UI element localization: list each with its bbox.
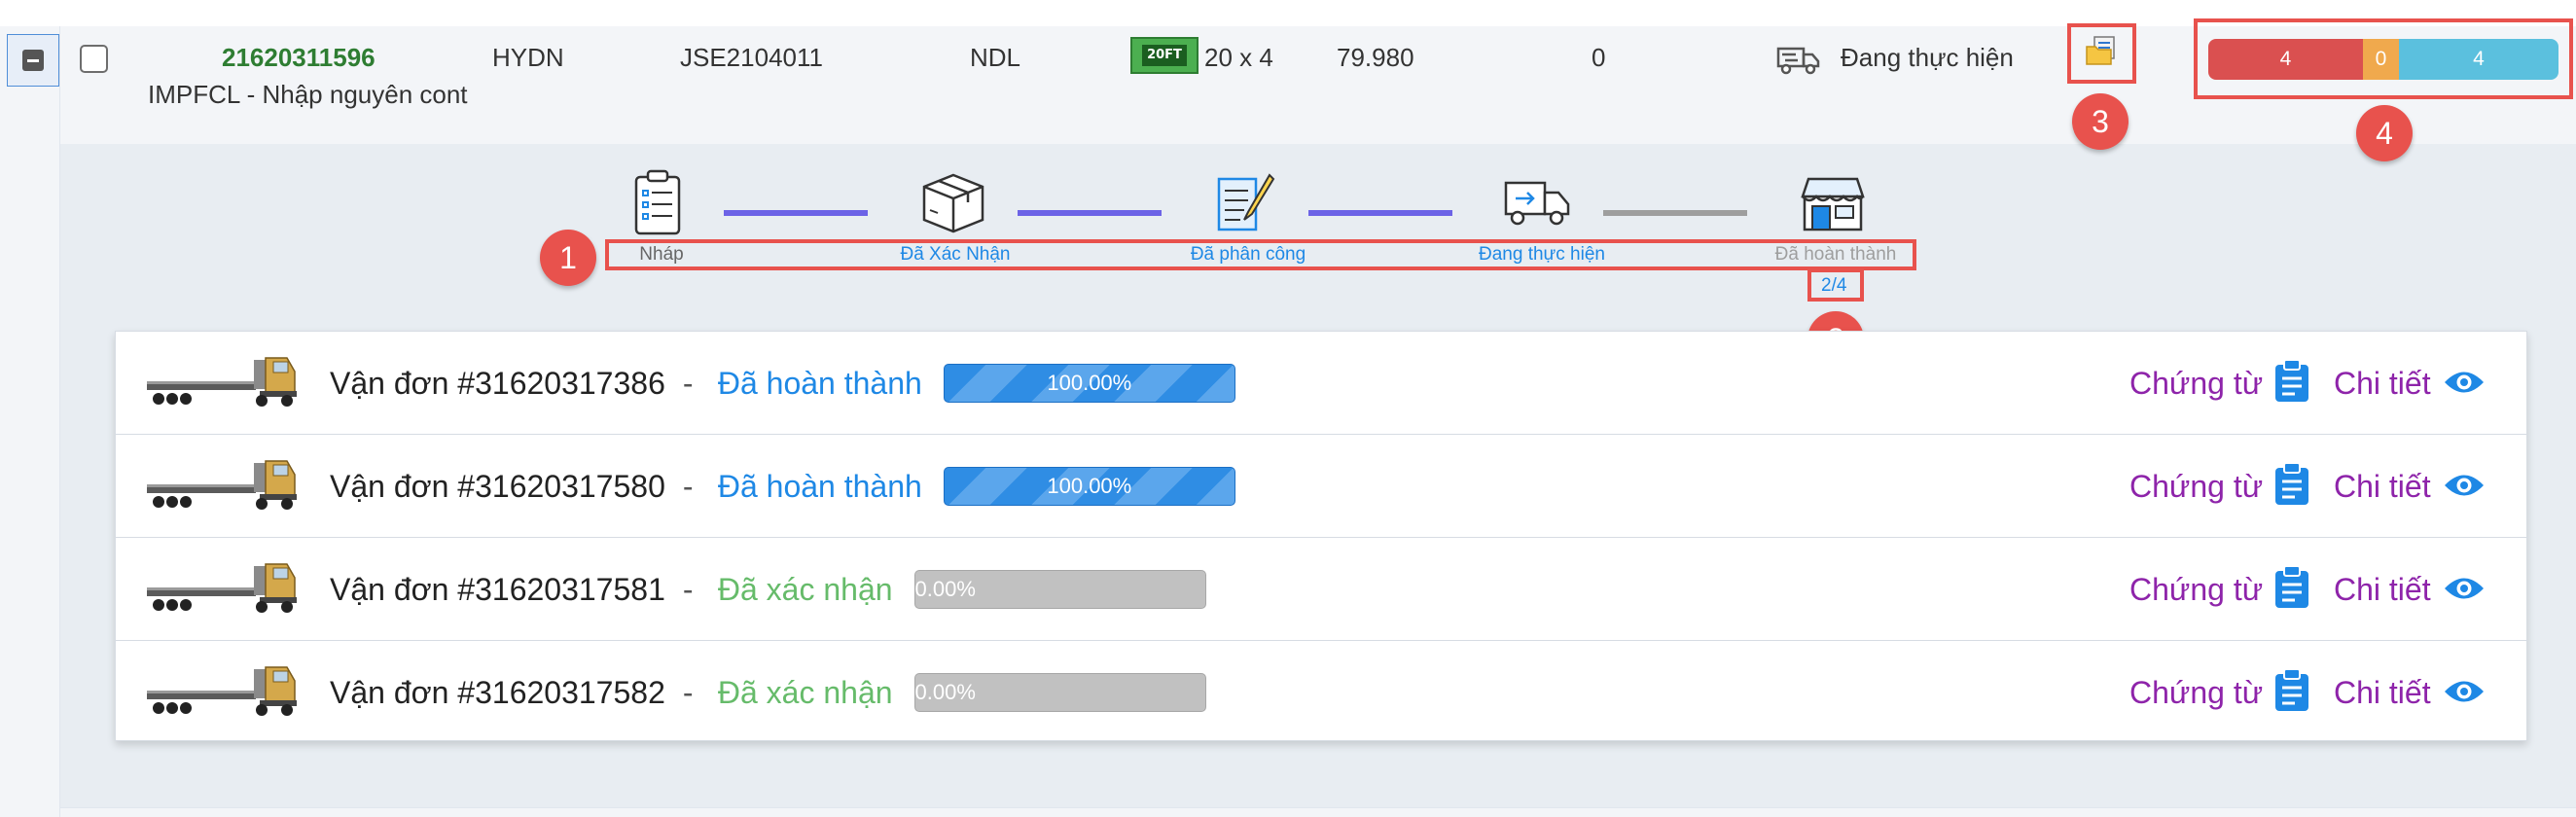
details-link[interactable]: Chi tiết (2334, 675, 2431, 711)
bill-status: Đã hoàn thành (717, 469, 922, 504)
bill-row: Vận đơn #31620317581- Đã xác nhận 0.00% Chứ… (116, 538, 2528, 641)
row-divider (60, 807, 2576, 808)
bill-number[interactable]: Vận đơn #31620317580 (330, 469, 665, 505)
eye-icon[interactable] (2443, 368, 2486, 402)
carrier-code: HYDN (492, 43, 564, 72)
bill-number[interactable]: Vận đơn #31620317582 (330, 675, 665, 711)
booking-number: JSE2104011 (680, 43, 823, 72)
row-gutter (0, 26, 60, 817)
details-link[interactable]: Chi tiết (2334, 572, 2431, 608)
step-label-confirmed: Đã Xác Nhận (900, 244, 1011, 265)
trailer-truck-icon (143, 455, 299, 522)
clipboard-list-icon[interactable] (2273, 668, 2310, 718)
container-count: 20 x 4 (1204, 43, 1273, 72)
trailer-truck-icon (143, 352, 299, 419)
documents-link[interactable]: Chứng từ (2129, 469, 2263, 505)
step-connector-1 (724, 210, 868, 216)
bill-progress-text: 0.00% (914, 680, 976, 704)
eye-icon[interactable] (2443, 574, 2486, 608)
bill-progress-text: 0.00% (914, 577, 976, 601)
step-progress: 2/4 (1821, 275, 1847, 296)
box-icon (922, 173, 984, 233)
bill-status: Đã xác nhận (717, 572, 893, 607)
step-label-completed: Đã hoàn thành (1774, 244, 1897, 265)
bill-list: Vận đơn #31620317386- Đã hoàn thành 100.00… (115, 331, 2528, 744)
order-code[interactable]: 21620311596 (222, 43, 376, 73)
eye-icon[interactable] (2443, 677, 2486, 711)
collapse-row-button[interactable] (7, 34, 59, 87)
bill-progress-text: 100.00% (1047, 474, 1132, 498)
bill-separator: - (682, 469, 694, 504)
bill-separator: - (682, 572, 694, 607)
bill-row: Vận đơn #31620317386- Đã hoàn thành 100.00… (116, 332, 2528, 435)
clipboard-list-icon[interactable] (2273, 565, 2310, 615)
container-size-label: 20FT (1142, 45, 1187, 66)
bill-number[interactable]: Vận đơn #31620317386 (330, 366, 665, 402)
bill-status: Đã xác nhận (717, 675, 893, 710)
container-20ft-icon: 20FT (1130, 37, 1199, 74)
minus-icon (22, 50, 44, 71)
details-link[interactable]: Chi tiết (2334, 469, 2431, 505)
callout-badge: 3 (2072, 93, 2129, 150)
store-icon (1801, 177, 1865, 231)
documents-link[interactable]: Chứng từ (2129, 366, 2263, 402)
clipboard-list-icon[interactable] (2273, 462, 2310, 512)
step-connector-2 (1018, 210, 1162, 216)
step-connector-3 (1308, 210, 1452, 216)
bill-status: Đã hoàn thành (717, 366, 922, 401)
truck-status-icon (1776, 47, 1820, 75)
row-select-checkbox[interactable] (80, 45, 108, 73)
eye-icon[interactable] (2443, 471, 2486, 505)
step-label-in-progress: Đang thực hiện (1479, 244, 1605, 265)
bill-progress-text: 100.00% (1047, 371, 1132, 395)
step-label-assigned: Đã phân công (1190, 244, 1306, 265)
highlight-documents (2067, 23, 2136, 84)
documents-link[interactable]: Chứng từ (2129, 572, 2263, 608)
bill-number[interactable]: Vận đơn #31620317581 (330, 572, 665, 608)
documents-link[interactable]: Chứng từ (2129, 675, 2263, 711)
callout-badge: 1 (540, 230, 596, 286)
bill-row: Vận đơn #31620317580- Đã hoàn thành 100.00… (116, 435, 2528, 538)
step-label-draft: Nháp (639, 244, 684, 265)
bill-separator: - (682, 675, 694, 710)
order-status: Đang thực hiện (1841, 43, 2014, 72)
order-type: IMPFCL - Nhập nguyên cont (148, 80, 468, 109)
trailer-truck-icon (143, 661, 299, 728)
details-link[interactable]: Chi tiết (2334, 366, 2431, 402)
bill-progress-bar: 0.00% (913, 570, 1206, 609)
bill-row: Vận đơn #31620317582- Đã xác nhận 0.00% Chứ… (116, 641, 2528, 744)
delivery-truck-icon (1504, 181, 1570, 226)
total-weight: 79.980 (1337, 43, 1414, 72)
callout-badge: 4 (2356, 105, 2413, 161)
clipboard-list-icon[interactable] (2273, 359, 2310, 408)
checklist-icon (1217, 173, 1275, 231)
step-connector-4 (1603, 210, 1747, 216)
port-code: NDL (970, 43, 1021, 72)
bill-progress-bar: 0.00% (913, 673, 1206, 712)
clipboard-icon (634, 169, 681, 235)
bill-progress-bar: 100.00% (943, 467, 1235, 506)
bill-progress-bar: 100.00% (943, 364, 1235, 403)
pending-count: 0 (1592, 43, 1606, 72)
highlight-summary (2194, 18, 2573, 99)
trailer-truck-icon (143, 558, 299, 625)
bill-separator: - (682, 366, 694, 401)
